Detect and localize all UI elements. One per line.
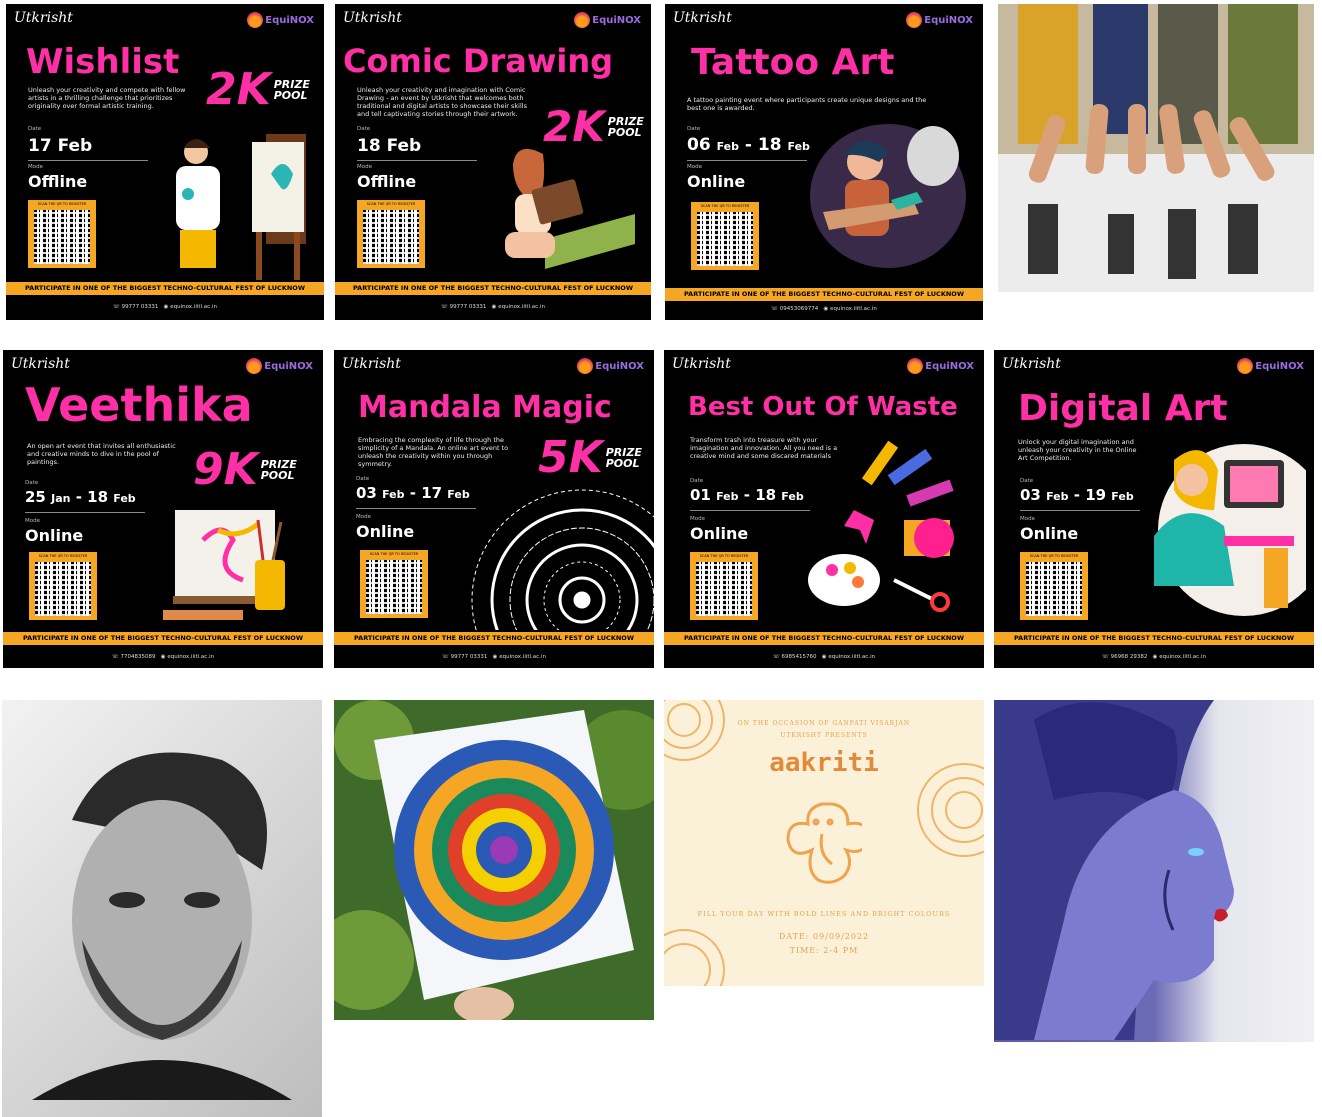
tattoo-hands-photo <box>998 4 1314 292</box>
poster-comic-drawing: Utkrisht EquiNOX Comic Drawing Unleash y… <box>335 4 651 320</box>
aakriti-event-poster: ON THE OCCASION OF GANPATI VISARJAN UTKR… <box>664 700 984 986</box>
promo-banner: PARTICIPATE IN ONE OF THE BIGGEST TECHNO… <box>3 632 323 645</box>
poster-description: Embracing the complexity of life through… <box>358 436 509 468</box>
qr-code[interactable]: SCAN THE QR TO REGISTER <box>1020 552 1088 620</box>
poster-description: Unlock your digital imagination and unle… <box>1018 438 1137 462</box>
mandala-illustration <box>471 489 654 630</box>
event-date: 06 Feb - 18 Feb <box>687 135 810 155</box>
qr-code[interactable]: SCAN THE QR TO REGISTER <box>360 550 428 618</box>
qr-code[interactable]: SCAN THE QR TO REGISTER <box>691 202 759 270</box>
event-date: 25 Jan - 18 Feb <box>25 488 136 506</box>
presents-text: UTKRISHT PRESENTS <box>780 732 868 739</box>
contact-line: ☏ 99777 03331 ◉ equinox.iiitl.ac.in <box>442 654 546 660</box>
painter-illustration <box>176 134 306 280</box>
poster-title: Digital Art <box>1018 388 1228 429</box>
poster-tattoo-art: Utkrisht EquiNOX Tattoo Art A tattoo pai… <box>665 4 983 320</box>
event-date: 18 Feb <box>357 136 422 156</box>
event-mode: Online <box>1020 524 1079 543</box>
club-logo: Utkrisht <box>672 356 731 372</box>
promo-banner: PARTICIPATE IN ONE OF THE BIGGEST TECHNO… <box>6 282 324 295</box>
event-mode: Online <box>25 526 84 545</box>
poster-veethika: Utkrisht EquiNOX Veethika An open art ev… <box>3 350 323 668</box>
craft-supplies-illustration <box>808 440 954 612</box>
poster-digital-art: Utkrisht EquiNOX Digital Art Unlock your… <box>994 350 1314 668</box>
tagline-text: FILL YOUR DAY WITH BOLD LINES AND BRIGHT… <box>697 910 951 918</box>
poster-best-out-of-waste: Utkrisht EquiNOX Best Out Of Waste Trans… <box>664 350 984 668</box>
poster-description: A tattoo painting event where participan… <box>687 96 927 112</box>
prize-pool: 5K PRIZE POOL <box>538 432 642 483</box>
poster-title: Mandala Magic <box>358 390 612 425</box>
easel-painting-illustration <box>163 510 285 620</box>
poster-description: An open art event that invites all enthu… <box>27 442 176 466</box>
event-mode: Offline <box>357 172 417 191</box>
event-mode: Online <box>687 172 746 191</box>
fest-logo: EquiNOX <box>246 358 313 374</box>
event-mode: Online <box>356 522 415 541</box>
poster-description: Unleash your creativity and imagination … <box>357 86 527 118</box>
qr-code[interactable]: SCAN THE QR TO REGISTER <box>357 200 425 268</box>
fest-logo: EquiNOX <box>1237 358 1304 374</box>
prize-pool: 9K PRIZE POOL <box>193 444 297 495</box>
event-date: 03 Feb - 19 Feb <box>1020 486 1134 504</box>
contact-line: ☏ 7704835089 ◉ equinox.iiitl.ac.in <box>111 654 215 660</box>
poster-title: Veethika <box>25 378 253 432</box>
aakriti-title: aakriti <box>769 748 879 778</box>
club-logo: Utkrisht <box>673 10 732 26</box>
contact-line: ☏ 6985415760 ◉ equinox.iiitl.ac.in <box>772 654 876 660</box>
promo-banner: PARTICIPATE IN ONE OF THE BIGGEST TECHNO… <box>664 632 984 645</box>
digital-portrait-artwork <box>994 700 1314 1042</box>
club-logo: Utkrisht <box>14 10 73 26</box>
poster-wishlist: Utkrisht EquiNOX Wishlist Unleash your c… <box>6 4 324 320</box>
promo-banner: PARTICIPATE IN ONE OF THE BIGGEST TECHNO… <box>665 288 983 301</box>
qr-code[interactable]: SCAN THE QR TO REGISTER <box>690 552 758 620</box>
prize-pool: 2K PRIZE POOL <box>206 64 310 115</box>
pencil-portrait-sketch <box>2 700 322 1117</box>
promo-banner: PARTICIPATE IN ONE OF THE BIGGEST TECHNO… <box>994 632 1314 645</box>
fest-logo: EquiNOX <box>906 12 973 28</box>
event-date-text: DATE: 09/09/2022 <box>778 932 870 941</box>
mandala-artwork-photo <box>334 700 654 1020</box>
poster-title: Comic Drawing <box>343 42 614 80</box>
poster-title: Wishlist <box>26 42 180 82</box>
poster-title: Best Out Of Waste <box>688 392 958 422</box>
poster-title: Tattoo Art <box>691 42 895 83</box>
qr-code[interactable]: SCAN THE QR TO REGISTER <box>29 552 97 620</box>
promo-banner: PARTICIPATE IN ONE OF THE BIGGEST TECHNO… <box>335 282 651 295</box>
photo-content <box>998 4 1314 292</box>
promo-banner: PARTICIPATE IN ONE OF THE BIGGEST TECHNO… <box>334 632 654 645</box>
club-logo: Utkrisht <box>342 356 401 372</box>
fest-logo: EquiNOX <box>907 358 974 374</box>
contact-line: ☏ 96968 29382 ◉ equinox.iiitl.ac.in <box>1102 654 1206 660</box>
event-mode: Offline <box>28 172 88 191</box>
contact-line: ☏ 99777 03331 ◉ equinox.iiitl.ac.in <box>113 304 217 310</box>
event-mode: Online <box>690 524 749 543</box>
fest-logo: EquiNOX <box>247 12 314 28</box>
contact-line: ☏ 99777 03331 ◉ equinox.iiitl.ac.in <box>441 304 545 310</box>
occasion-text: ON THE OCCASION OF GANPATI VISARJAN <box>737 720 911 727</box>
qr-code[interactable]: SCAN THE QR TO REGISTER <box>28 200 96 268</box>
fest-logo: EquiNOX <box>574 12 641 28</box>
club-logo: Utkrisht <box>343 10 402 26</box>
contact-line: ☏ 09453069774 ◉ equinox.iiitl.ac.in <box>771 306 877 312</box>
poster-mandala-magic: Utkrisht EquiNOX Mandala Magic Embracing… <box>334 350 654 668</box>
event-date: 01 Feb - 18 Feb <box>690 486 804 504</box>
ganesha-icon <box>786 802 862 884</box>
event-date: 03 Feb - 17 Feb <box>356 484 470 502</box>
comic-artist-illustration <box>505 148 635 269</box>
tattoo-artist-illustration <box>810 124 966 268</box>
event-date: 17 Feb <box>28 136 93 156</box>
poster-description: Unleash your creativity and compete with… <box>28 86 186 110</box>
event-time-text: TIME: 2-4 PM <box>789 946 859 955</box>
club-logo: Utkrisht <box>11 356 70 372</box>
digital-artist-illustration <box>1154 444 1306 616</box>
fest-logo: EquiNOX <box>577 358 644 374</box>
club-logo: Utkrisht <box>1002 356 1061 372</box>
